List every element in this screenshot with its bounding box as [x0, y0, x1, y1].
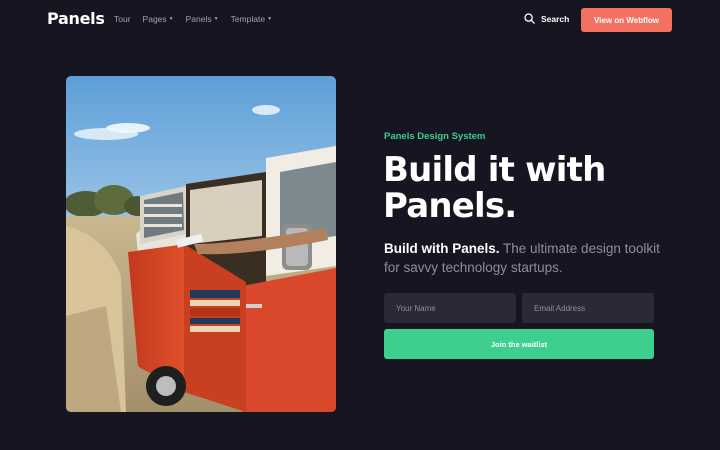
hero-headline: Build it with Panels.: [383, 152, 683, 224]
hero-eyebrow: Panels Design System: [384, 131, 486, 142]
nav-link-label: Template: [230, 14, 266, 24]
nav-links: Tour Pages ▼ Panels ▼ Template ▼: [114, 14, 272, 24]
nav-link-label: Tour: [114, 14, 131, 24]
top-nav: Panels Tour Pages ▼ Panels ▼ Template ▼ …: [0, 0, 720, 40]
caret-down-icon: ▼: [213, 16, 219, 22]
nav-link-tour[interactable]: Tour: [114, 14, 131, 24]
nav-link-pages[interactable]: Pages ▼: [143, 14, 174, 24]
headline-line-2: Panels.: [383, 186, 517, 226]
view-on-webflow-button[interactable]: View on Webflow: [581, 8, 672, 32]
brand-logo[interactable]: Panels: [47, 9, 105, 28]
search-button[interactable]: Search: [524, 13, 569, 24]
nav-link-label: Pages: [142, 14, 167, 24]
name-input[interactable]: [384, 293, 516, 323]
nav-link-label: Panels: [185, 14, 212, 24]
search-icon: [524, 13, 535, 24]
subheadline-strong: Build with Panels.: [384, 241, 500, 256]
hero-subheadline: Build with Panels. The ultimate design t…: [384, 239, 664, 277]
caret-down-icon: ▼: [168, 16, 174, 22]
search-label: Search: [541, 13, 570, 24]
email-input[interactable]: [522, 293, 654, 323]
join-waitlist-button[interactable]: Join the waitlist: [384, 329, 654, 359]
nav-link-template[interactable]: Template ▼: [231, 14, 272, 24]
headline-line-1: Build it with: [383, 150, 606, 190]
hero-image: [66, 76, 336, 412]
caret-down-icon: ▼: [267, 16, 273, 22]
nav-link-panels[interactable]: Panels ▼: [186, 14, 219, 24]
